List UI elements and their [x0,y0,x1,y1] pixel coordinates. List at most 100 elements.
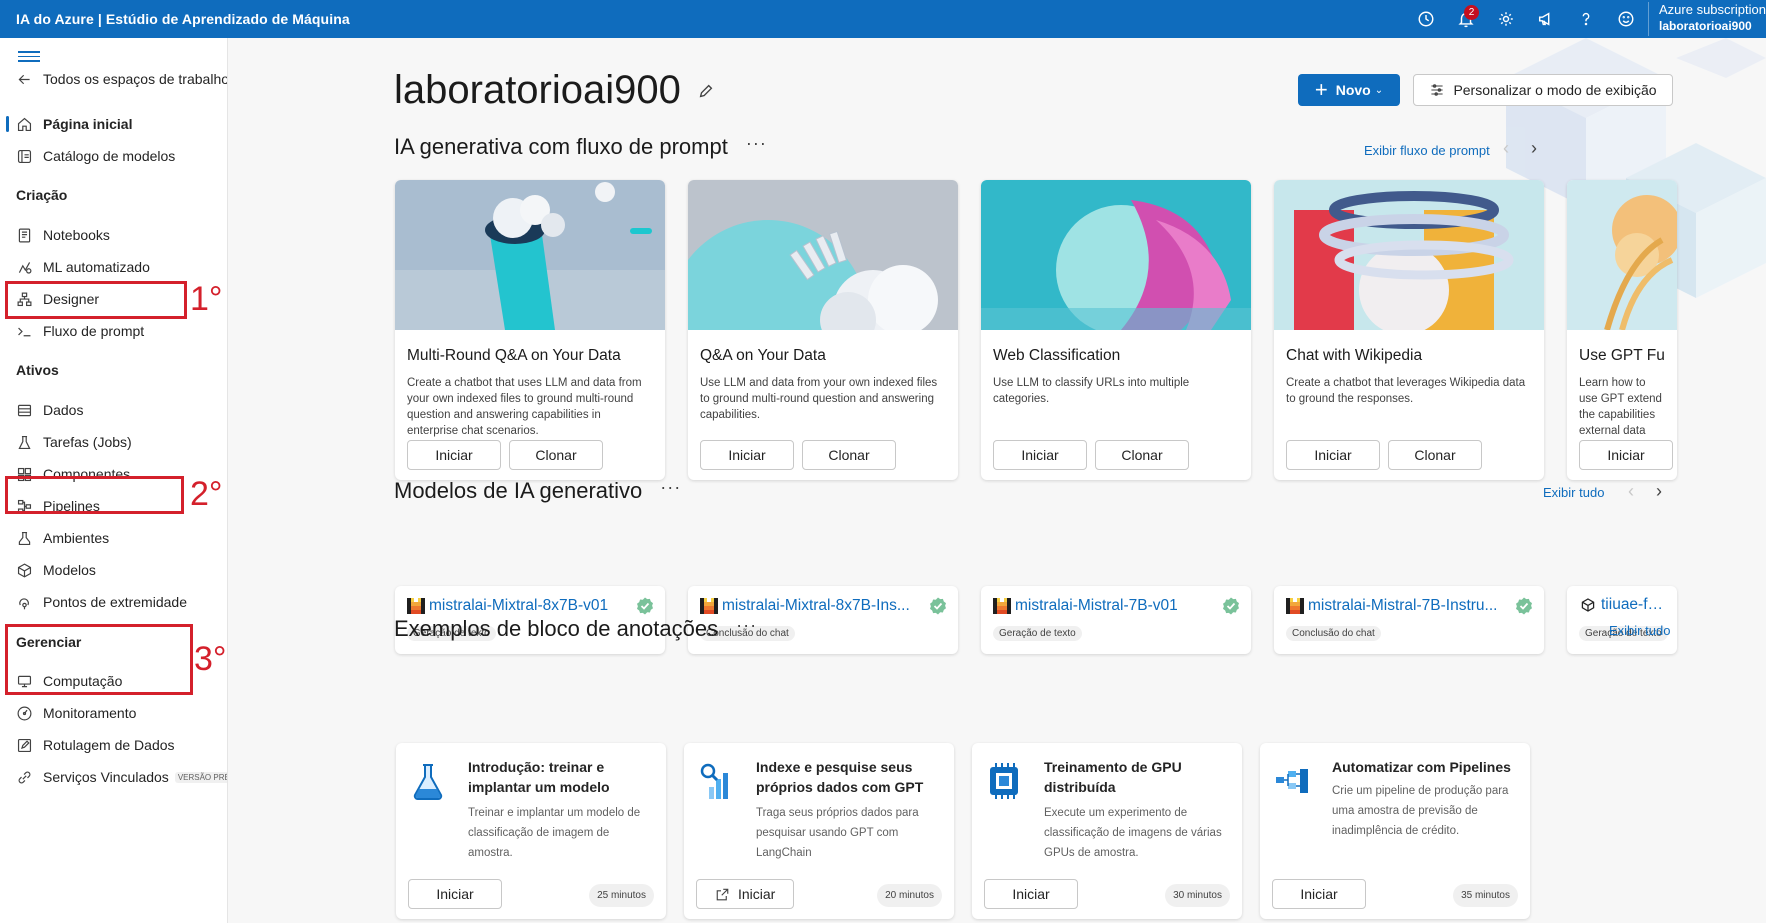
sidebar-item-linked-services[interactable]: Serviços Vinculados VERSÃO PRÉVIA [0,762,227,792]
sidebar-item-automated-ml[interactable]: ML automatizado [0,252,227,282]
account-menu[interactable]: Azure subscription laboratorioai900 [1648,2,1766,36]
annotation-label-1: 1° [190,280,223,318]
start-button[interactable]: Iniciar [1272,879,1366,909]
sidebar-item-label: Fluxo de prompt [43,323,145,339]
more-options-button[interactable]: ··· [736,615,757,636]
start-button[interactable]: Iniciar [696,879,795,909]
start-button[interactable]: Iniciar [407,440,501,470]
chevron-right-icon[interactable]: › [1520,138,1548,159]
notebook-card[interactable]: Automatizar com Pipelines Crie um pipeli… [1260,743,1530,919]
mistral-logo-icon [407,598,425,614]
main-content: laboratorioai900 + Novo ⌄ Personalizar o… [228,38,1766,923]
start-button-label: Iniciar [738,886,776,902]
notebook-card[interactable]: Introdução: treinar e implantar um model… [396,743,666,919]
prompt-flow-card[interactable]: Web Classification Use LLM to classify U… [981,180,1251,480]
notification-badge: 2 [1464,5,1479,20]
prompt-flow-card[interactable]: Multi-Round Q&A on Your Data Create a ch… [395,180,665,480]
sidebar-item-monitoring[interactable]: Monitoramento [0,698,227,728]
section-title-text: Exemplos de bloco de anotações [394,616,719,641]
view-all-models-link[interactable]: Exibir tudo [1543,485,1604,500]
gear-icon[interactable] [1486,0,1526,38]
clone-button[interactable]: Clonar [1388,440,1482,470]
sidebar-item-label: ML automatizado [43,259,150,275]
sidebar-item-label: Monitoramento [43,705,137,721]
sidebar-item-environments[interactable]: Ambientes [0,523,227,553]
section-title-text: Modelos de IA generativo [394,478,643,503]
annotation-box-2 [5,476,184,514]
sidebar-item-models[interactable]: Modelos [0,555,227,585]
start-button[interactable]: Iniciar [1286,440,1380,470]
clone-button[interactable]: Clonar [1095,440,1189,470]
start-button[interactable]: Iniciar [1579,440,1673,470]
pencil-icon[interactable] [697,82,715,100]
card-illustration [981,180,1251,335]
top-bar: IA do Azure | Estúdio de Aprendizado de … [0,0,1766,38]
model-card[interactable]: mistralai-Mistral-7B-Instru... Conclusão… [1274,586,1544,654]
more-options-button[interactable]: ··· [660,477,681,498]
model-name: mistralai-Mixtral-8x7B-Ins... [722,597,910,614]
card-description: Create a chatbot that uses LLM and data … [407,377,642,437]
sidebar-item-prompt-flow[interactable]: Fluxo de prompt [0,316,227,346]
duration-badge: 25 minutos [589,884,654,907]
notebook-card[interactable]: Treinamento de GPU distribuída Execute u… [972,743,1242,919]
sidebar-item-back[interactable]: Todos os espaços de trabalho [0,64,227,94]
flask-icon [15,433,33,451]
start-button[interactable]: Iniciar [700,440,794,470]
sidebar-item-data[interactable]: Dados [0,395,227,425]
notebook-description: Treinar e implantar um modelo de classif… [468,807,641,859]
sidebar-item-notebooks[interactable]: Notebooks [0,220,227,250]
clock-icon[interactable] [1406,0,1446,38]
model-task-tag: Geração de texto [993,626,1082,641]
help-icon[interactable] [1566,0,1606,38]
new-button-label: Novo [1335,82,1371,98]
prompt-flow-card[interactable]: Q&A on Your Data Use LLM and data from y… [688,180,958,480]
view-prompt-flow-link[interactable]: Exibir fluxo de prompt [1364,143,1490,158]
chevron-left-icon[interactable]: ‹ [1492,138,1520,159]
app-title[interactable]: IA do Azure | Estúdio de Aprendizado de … [0,11,350,27]
customize-view-button[interactable]: Personalizar o modo de exibição [1413,74,1673,106]
prompt-flow-card[interactable]: Chat with Wikipedia Create a chatbot tha… [1274,180,1544,480]
new-button[interactable]: + Novo ⌄ [1298,74,1400,106]
flask-icon [413,764,443,800]
megaphone-icon[interactable] [1526,0,1566,38]
card-title: Use GPT Funct [1579,347,1665,364]
prompt-flow-card[interactable]: Use GPT Funct Learn how to use GPT exten… [1567,180,1677,480]
start-button[interactable]: Iniciar [993,440,1087,470]
link-icon [15,768,33,786]
annotation-label-3: 3° [194,640,227,678]
preview-badge: VERSÃO PRÉVIA [174,771,227,783]
model-card[interactable]: mistralai-Mistral-7B-v01 Geração de text… [981,586,1251,654]
sidebar-item-label: Ambientes [43,530,110,546]
sidebar-item-jobs[interactable]: Tarefas (Jobs) [0,427,227,457]
sidebar-item-model-catalog[interactable]: Catálogo de modelos [0,141,227,171]
sidebar-item-label: Rotulagem de Dados [43,737,175,753]
model-card[interactable]: tiiuae-falco Geração de texto [1567,586,1677,654]
section-notebooks-title: Exemplos de bloco de anotações ··· [394,615,757,642]
bell-icon[interactable]: 2 [1446,0,1486,38]
card-description: Use LLM to classify URLs into multiple c… [993,377,1190,405]
gauge-icon [15,704,33,722]
notebook-card[interactable]: Indexe e pesquise seus próprios dados co… [684,743,954,919]
clone-button[interactable]: Clonar [802,440,896,470]
endpoint-icon [15,593,33,611]
model-name: mistralai-Mistral-7B-v01 [1015,597,1178,614]
view-all-notebooks-link[interactable]: Exibir tudo [1609,623,1670,638]
chevron-down-icon: ⌄ [1374,84,1384,96]
card-actions: Iniciar [1579,440,1673,470]
chevron-right-icon[interactable]: › [1645,481,1673,502]
models-carousel-nav: ‹ › [1617,481,1673,502]
clone-button[interactable]: Clonar [509,440,603,470]
sidebar-item-data-labeling[interactable]: Rotulagem de Dados [0,730,227,760]
smiley-icon[interactable] [1606,0,1646,38]
section-assets: Ativos [16,362,59,378]
start-button[interactable]: Iniciar [984,879,1078,909]
sidebar-item-endpoints[interactable]: Pontos de extremidade [0,587,227,617]
start-button[interactable]: Iniciar [408,879,502,909]
sidebar-item-label: Tarefas (Jobs) [43,434,132,450]
mistral-logo-icon [1286,598,1304,614]
chevron-left-icon[interactable]: ‹ [1617,481,1645,502]
sidebar-item-home[interactable]: Página inicial [0,109,227,139]
more-options-button[interactable]: ··· [746,133,767,154]
notebook-icon [15,226,33,244]
automl-icon [15,258,33,276]
